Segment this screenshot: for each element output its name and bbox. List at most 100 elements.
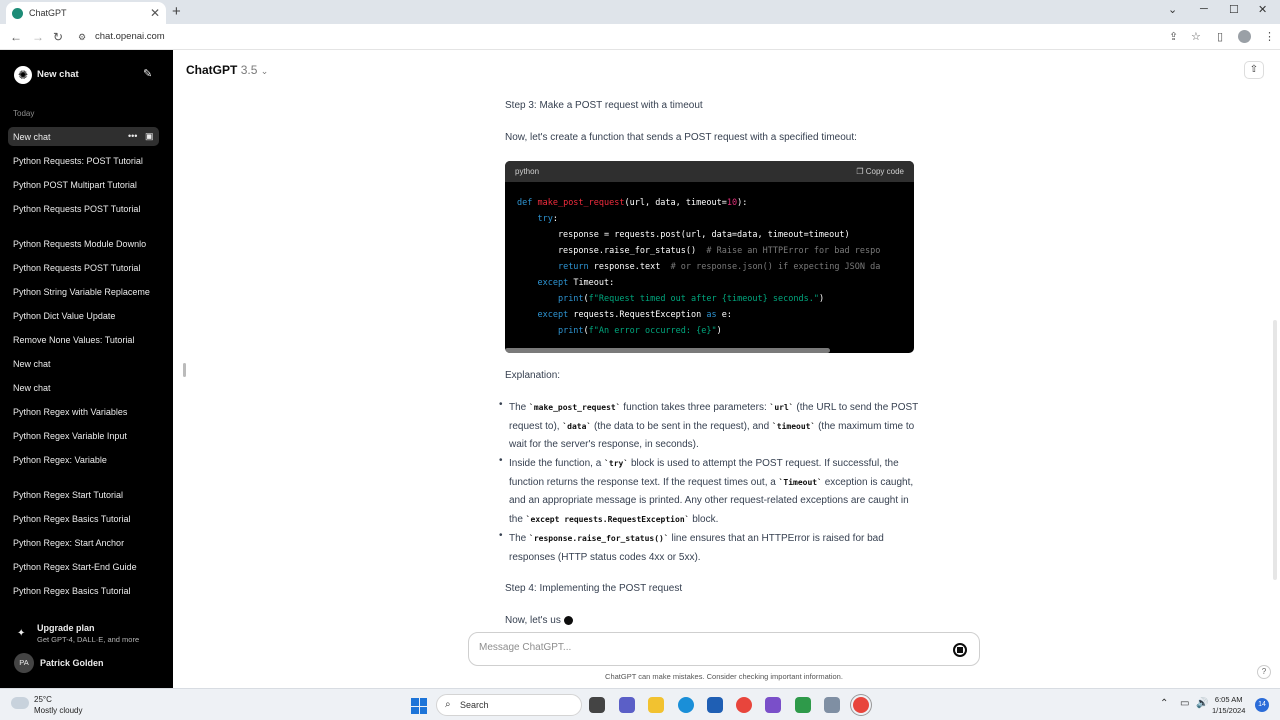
sidebar-chat-item[interactable]: Python Requests: POST Tutorial [13,156,155,166]
chat-app-icon[interactable] [619,697,635,713]
maximize-button[interactable]: ☐ [1229,3,1239,16]
sidebar-chat-item[interactable]: New chat [13,359,155,369]
streaming-text: Now, let's us [505,615,561,626]
step3-intro: Now, let's create a function that sends … [505,132,857,143]
clock-date: 1/15/2024 [1212,706,1246,715]
chevron-down-icon: ⌄ [260,66,269,76]
edge-browser-icon[interactable] [678,697,694,713]
sidebar-toggle-handle[interactable] [183,363,186,377]
spreadsheet-icon[interactable] [795,697,811,713]
section-today: Today [13,109,35,118]
site-info-icon[interactable]: ⚙ [78,32,86,43]
sidebar-chat-item[interactable]: Python Regex with Variables [13,407,155,417]
explanation-heading: Explanation: [505,370,561,381]
close-window-button[interactable]: ✕ [1258,3,1267,16]
disclaimer-text: ChatGPT can make mistakes. Consider chec… [605,672,843,681]
back-arrow-icon[interactable]: ← [10,30,22,44]
sidebar-chat-item[interactable]: Python Requests Module Downlo [13,239,155,249]
address-bar-row: ← → ↻ ⚙ chat.openai.com ⇪ ☆ ▯ ⋮ [0,24,1280,50]
code-header: python ❐ Copy code [505,161,914,182]
notification-badge[interactable]: 14 [1255,698,1269,712]
windows-start-icon[interactable] [411,698,427,714]
taskbar-clock[interactable]: 6:05 AM 1/15/2024 [1212,694,1245,716]
cloud-icon[interactable] [11,697,29,709]
file-explorer-icon[interactable] [648,697,664,713]
typing-indicator-icon [563,615,573,625]
chrome-active-icon[interactable] [853,697,869,713]
explanation-point-1: The `make_post_request` function takes t… [509,402,919,450]
taskbar-search[interactable]: ⌕ Search [436,694,582,716]
sidebar-chat-item[interactable]: Python String Variable Replaceme [13,287,155,297]
chatgpt-favicon-icon [12,7,23,19]
search-icon: ⌕ [445,699,451,710]
model-name: ChatGPT [186,63,238,77]
forward-arrow-icon[interactable]: → [32,30,44,44]
share-page-icon[interactable]: ⇪ [1169,30,1178,43]
more-options-icon[interactable]: ••• [128,131,137,141]
code-block: python ❐ Copy code def make_post_request… [505,161,914,353]
tab-search-icon[interactable]: ⌄ [1168,3,1177,16]
sidebar-chat-item[interactable]: Python Requests POST Tutorial [13,204,155,214]
browser-tab-bar: ChatGPT ✕ + ⌄ ─ ☐ ✕ [0,0,1280,24]
task-view-icon[interactable] [589,697,605,713]
sidebar-chat-item[interactable]: Python Regex Start Tutorial [13,490,155,500]
sidebar-chat-item[interactable]: Python Regex Start-End Guide [13,562,155,572]
sidebar-chat-item[interactable]: Python Dict Value Update [13,311,155,321]
new-chat-button[interactable]: New chat [37,69,79,80]
taskbar: 25°C Mostly cloudy ⌕ Search ⌃ ▭ 🔊 6:05 A… [0,688,1280,720]
compose-icon[interactable]: ✎ [143,67,152,80]
weather-condition[interactable]: Mostly cloudy [34,706,82,715]
user-avatar[interactable]: PA [14,653,34,673]
sidebar-chat-item[interactable]: Python Regex Basics Tutorial [13,514,155,524]
new-tab-button[interactable]: + [172,3,181,20]
browser-menu-icon[interactable]: ⋮ [1264,30,1275,43]
tab-close-icon[interactable]: ✕ [150,6,160,20]
help-icon[interactable]: ? [1257,665,1271,679]
bullet-dot: • [499,399,503,410]
streaming-message: Now, let's us [505,612,573,631]
store-icon[interactable] [707,697,723,713]
chat-main: ChatGPT 3.5 ⌄ ⇧ Step 3: Make a POST requ… [173,50,1280,688]
upgrade-plan-button[interactable]: Upgrade plan [37,623,95,633]
chevron-up-icon[interactable]: ⌃ [1160,698,1168,709]
network-icon[interactable]: ▭ [1180,698,1189,709]
browser-tab[interactable]: ChatGPT ✕ [6,2,166,24]
copy-code-label: Copy code [865,167,904,176]
chrome-icon[interactable] [736,697,752,713]
sidebar-chat-item[interactable]: Python Regex: Variable [13,455,155,465]
url-field[interactable]: chat.openai.com [95,31,165,42]
sidebar-chat-item[interactable]: Python Regex: Start Anchor [13,538,155,548]
message-input[interactable] [479,642,919,653]
minimize-button[interactable]: ─ [1200,3,1208,15]
chat-scrollbar[interactable] [1273,320,1277,580]
chatgpt-logo-icon[interactable]: ✺ [14,66,32,84]
sidebar-chat-item[interactable]: Remove None Values: Tutorial [13,335,155,345]
code-content: def make_post_request(url, data, timeout… [517,198,881,336]
weather-temp[interactable]: 25°C [34,695,52,704]
sidebar-chat-item[interactable]: New chat [13,383,155,393]
profile-icon[interactable] [1238,30,1251,43]
archive-icon[interactable]: ▣ [145,131,154,142]
volume-icon[interactable]: 🔊 [1196,698,1208,709]
sidebar-chat-item[interactable]: Python POST Multipart Tutorial [13,180,155,190]
app-icon[interactable] [824,697,840,713]
reload-icon[interactable]: ↻ [53,30,63,44]
bullet-dot: • [499,530,503,541]
bookmark-star-icon[interactable]: ☆ [1191,30,1201,43]
sidebar-chat-item[interactable]: Python Requests POST Tutorial [13,263,155,273]
side-panel-icon[interactable]: ▯ [1217,30,1223,43]
sparkle-icon: ✦ [17,628,26,639]
model-selector[interactable]: ChatGPT 3.5 ⌄ [186,63,268,77]
code-scrollbar[interactable] [505,348,830,353]
code-language: python [515,167,540,176]
model-version: 3.5 [240,63,258,77]
step3-heading: Step 3: Make a POST request with a timeo… [505,100,703,111]
stop-generating-button[interactable] [953,643,967,657]
message-composer[interactable] [468,632,980,666]
app-icon[interactable] [765,697,781,713]
user-name[interactable]: Patrick Golden [40,658,104,668]
copy-code-button[interactable]: ❐ Copy code [856,167,904,176]
sidebar-chat-item[interactable]: Python Regex Variable Input [13,431,155,441]
sidebar-chat-item[interactable]: Python Regex Basics Tutorial [13,586,155,596]
share-icon[interactable]: ⇧ [1244,61,1264,79]
